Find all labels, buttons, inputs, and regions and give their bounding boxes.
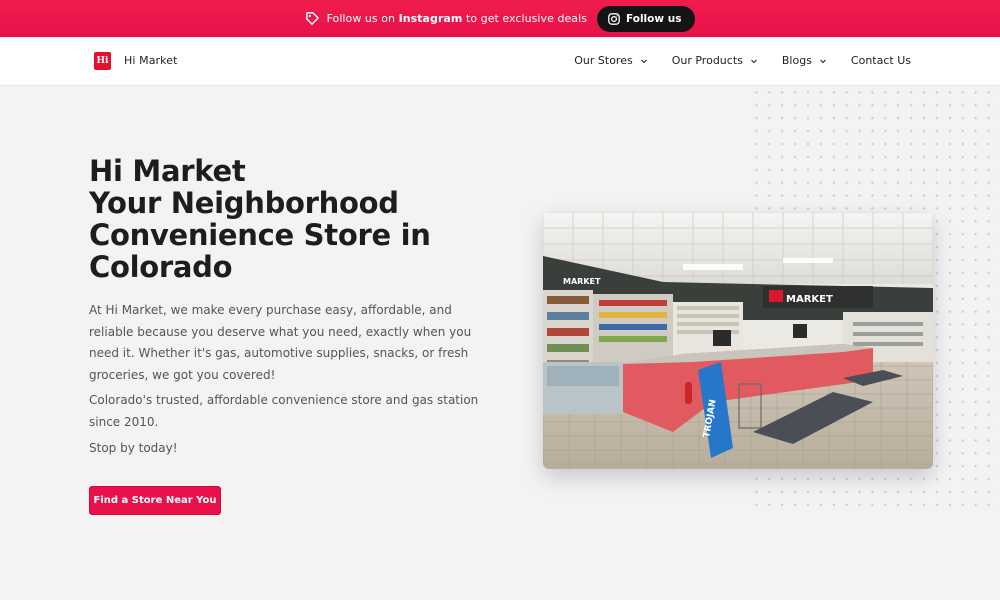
sign-logo — [769, 290, 783, 302]
nav-label: Our Products — [671, 54, 743, 67]
hero-paragraph-stop-by: Stop by today! — [89, 441, 178, 455]
hero-title-line: Convenience Store in — [89, 218, 431, 252]
nav-blogs[interactable]: Blogs — [782, 54, 827, 67]
store-interior-image: MARKET MARKET TROJAN — [543, 212, 933, 469]
nav-label: Blogs — [781, 54, 812, 67]
promo-text: Follow us on Instagram to get exclusive … — [326, 12, 587, 25]
chevron-down-icon — [819, 57, 827, 65]
site-header: Hi Hi Market Our Stores Our Products Blo… — [0, 37, 1000, 86]
hero-title-line: Hi Market — [89, 154, 246, 188]
logo-text: Hi — [96, 55, 109, 66]
sign-market-right: MARKET — [786, 294, 833, 305]
chevron-down-icon — [640, 57, 648, 65]
nav-our-products[interactable]: Our Products — [672, 54, 758, 67]
hero-title-line: Your Neighborhood — [89, 186, 399, 220]
sign-market-left: MARKET — [563, 277, 601, 286]
chevron-down-icon — [750, 57, 758, 65]
promo-bar: Follow us on Instagram to get exclusive … — [0, 0, 1000, 37]
nav-label: Our Stores — [574, 54, 633, 67]
nav-contact-us[interactable]: Contact Us — [851, 54, 911, 67]
hero-paragraph-intro: At Hi Market, we make every purchase eas… — [89, 303, 472, 382]
hero-paragraph-trusted: Colorado's trusted, affordable convenien… — [89, 393, 479, 429]
tag-icon — [305, 11, 320, 26]
hero-title-line: Colorado — [89, 250, 233, 284]
follow-us-button[interactable]: Follow us — [596, 5, 696, 32]
store-interior-illustration: MARKET MARKET TROJAN — [543, 212, 933, 469]
nav-our-stores[interactable]: Our Stores — [574, 54, 647, 67]
find-store-button[interactable]: Find a Store Near You — [89, 486, 221, 515]
brand-name[interactable]: Hi Market — [124, 54, 178, 67]
instagram-icon — [608, 12, 620, 25]
main-nav: Our Stores Our Products Blogs Contact Us — [574, 54, 911, 67]
nav-label: Contact Us — [850, 54, 911, 67]
follow-us-label: Follow us — [625, 12, 682, 25]
hero-title: Hi Market Your Neighborhood Convenience … — [89, 155, 509, 283]
brand-logo[interactable]: Hi — [94, 52, 111, 70]
